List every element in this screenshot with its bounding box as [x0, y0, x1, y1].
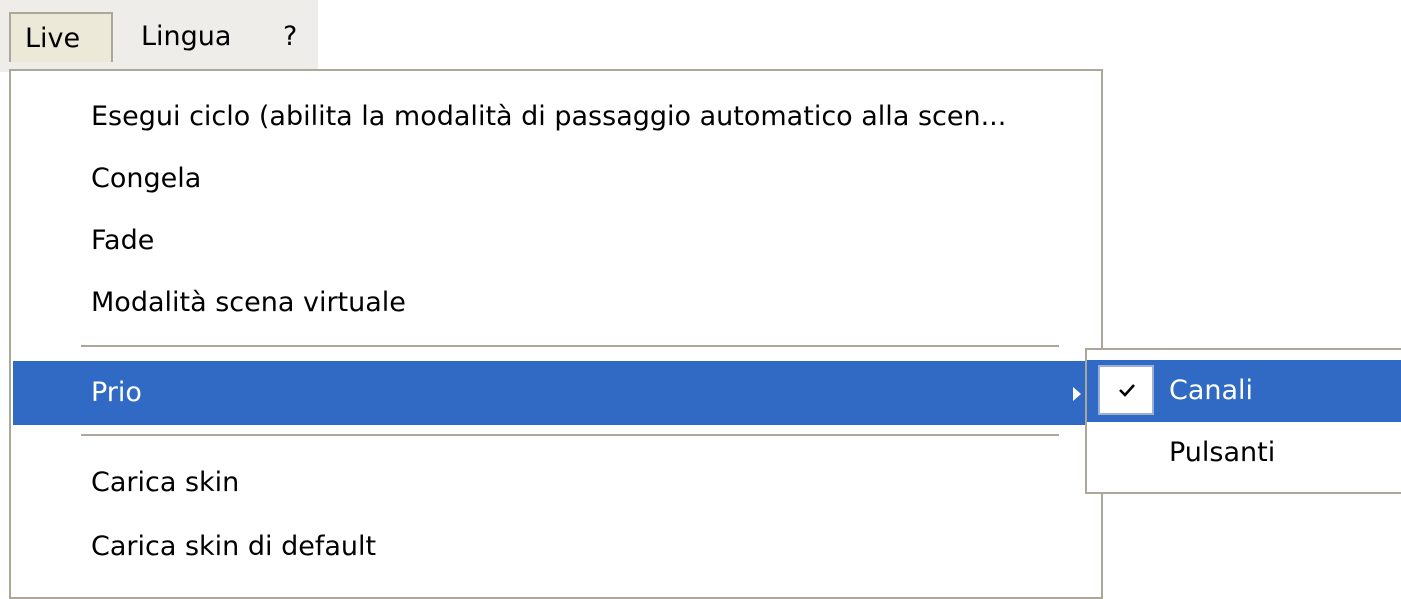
check-icon	[1098, 365, 1154, 415]
menu-item-prio[interactable]: Prio	[13, 361, 1099, 425]
live-dropdown-menu: Esegui ciclo (abilita la modalità di pas…	[9, 69, 1103, 599]
menu-separator	[81, 345, 1059, 347]
submenu-item-pulsanti[interactable]: Pulsanti	[1087, 422, 1401, 484]
menu-item-label: Modalità scena virtuale	[91, 287, 406, 318]
menu-item-congela[interactable]: Congela	[11, 147, 1101, 211]
menu-item-label: Esegui ciclo (abilita la modalità di pas…	[91, 101, 1007, 132]
menu-item-carica-skin[interactable]: Carica skin	[11, 451, 1101, 515]
menu-live[interactable]: Live	[9, 12, 113, 62]
menu-help[interactable]: ?	[283, 12, 297, 62]
menu-item-label: Prio	[91, 377, 142, 408]
menu-item-label: Carica skin di default	[91, 531, 377, 562]
menu-lingua[interactable]: Lingua	[141, 12, 231, 62]
menu-item-modalita-scena-virtuale[interactable]: Modalità scena virtuale	[11, 271, 1101, 335]
submenu-item-label: Pulsanti	[1169, 437, 1276, 468]
menu-item-label: Fade	[91, 225, 155, 256]
menu-item-label: Carica skin	[91, 467, 240, 498]
menu-bar: Live Lingua ?	[0, 0, 318, 72]
menu-item-label: Congela	[91, 163, 202, 194]
menu-item-carica-skin-default[interactable]: Carica skin di default	[11, 515, 1101, 579]
submenu-item-label: Canali	[1169, 375, 1254, 406]
menu-item-fade[interactable]: Fade	[11, 209, 1101, 273]
submenu-item-canali[interactable]: Canali	[1087, 360, 1401, 422]
prio-submenu: Canali Pulsanti	[1085, 348, 1401, 494]
chevron-right-icon	[1073, 387, 1081, 401]
menu-separator	[81, 434, 1059, 436]
menu-item-esegui-ciclo[interactable]: Esegui ciclo (abilita la modalità di pas…	[11, 85, 1101, 149]
